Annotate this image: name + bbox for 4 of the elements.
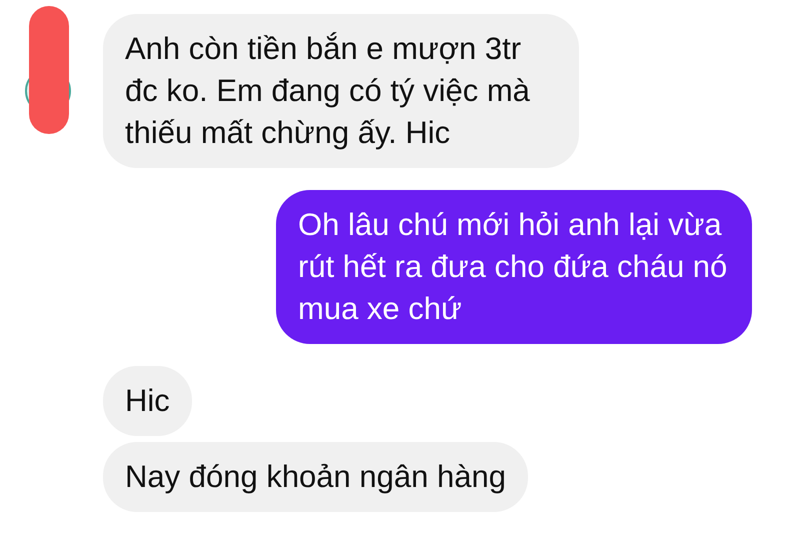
message-bubble: Anh còn tiền bắn e mượn 3tr đc ko. Em đang có tý việc mà thiếu mất chừng ấy. Hic: [103, 14, 579, 168]
message-bubble: Hic: [103, 366, 192, 436]
message-bubble: Oh lâu chú mới hỏi anh lại vừa rút hết ra đưa cho đứa cháu nó mua xe chứ: [276, 190, 752, 344]
message-bubble: Nay đóng khoản ngân hàng: [103, 442, 528, 512]
